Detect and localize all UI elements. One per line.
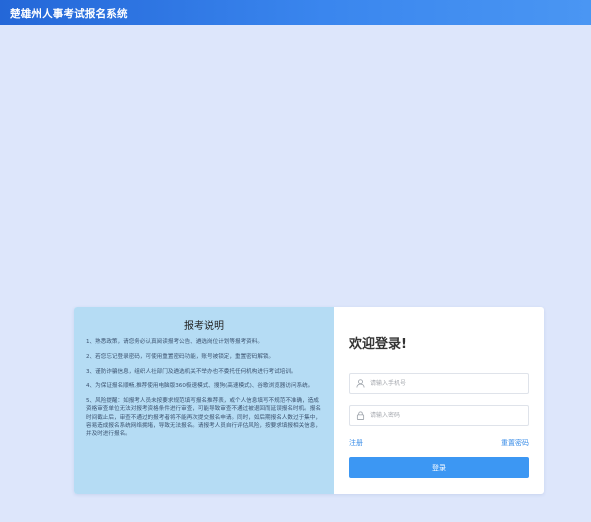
password-field[interactable] [349, 405, 529, 426]
exam-notice: 报考说明 1、熟悉政策，请您务必认真阅读报考公告、遴选岗位计划等报考资料。 2、… [74, 307, 334, 494]
notice-item: 2、若您忘记登录密码，可使用重置密码功能，账号被锁定，重置密码解锁。 [86, 353, 275, 360]
phone-field[interactable] [349, 373, 529, 394]
lock-icon [356, 411, 365, 420]
notice-title: 报考说明 [184, 321, 224, 332]
welcome-heading: 欢迎登录! [349, 337, 407, 352]
password-input[interactable] [370, 407, 520, 424]
notice-item: 5、风险提醒：如报考人员未按要求规范填写报名推荐表，或个人信息填写不规范不准确，… [86, 398, 321, 438]
user-icon [356, 379, 365, 388]
app-title: 楚雄州人事考试报名系统 [10, 8, 128, 20]
login-panel: 报考说明 1、熟悉政策，请您务必认真阅读报考公告、遴选岗位计划等报考资料。 2、… [74, 307, 544, 494]
reset-password-link[interactable]: 重置密码 [501, 438, 529, 448]
notice-item: 4、为保证报名顺畅,推荐使用电脑版360极速模式、搜狗(高速模式)、谷歌浏览器访… [86, 383, 314, 390]
phone-input[interactable] [370, 375, 520, 392]
notice-item: 1、熟悉政策，请您务必认真阅读报考公告、遴选岗位计划等报考资料。 [86, 339, 263, 345]
login-form: 欢迎登录! 注册 重置密码 登录 [334, 307, 544, 494]
login-button[interactable]: 登录 [349, 457, 529, 478]
top-bar: 楚雄州人事考试报名系统 [0, 0, 591, 25]
notice-item: 3、谨防诈骗信息，组织人社部门及遴选机关不举办也不委托任何机构进行考试培训。 [86, 368, 297, 375]
register-link[interactable]: 注册 [349, 438, 363, 448]
